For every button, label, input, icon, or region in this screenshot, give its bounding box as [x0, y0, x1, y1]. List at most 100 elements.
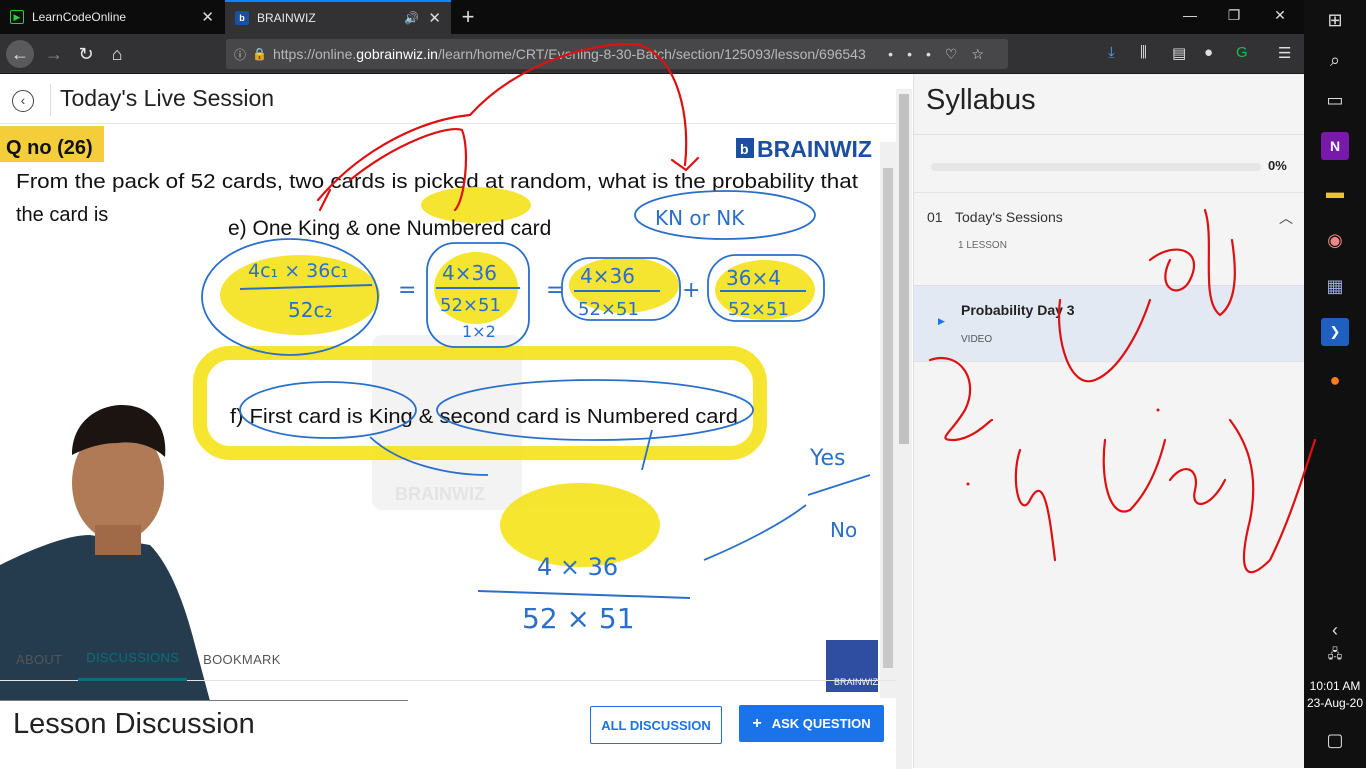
clock-time: 10:01 AM — [1309, 679, 1361, 693]
section-number: 01 — [927, 209, 943, 225]
logo-glyph: b — [740, 141, 749, 157]
ink-frac3-top: 36×4 — [726, 266, 781, 290]
tab-about[interactable]: ABOUT — [8, 637, 70, 681]
windows-taskbar: ⊞ ⌕ ▭ N ▬ ◉ ▦ ❯ ● ‹ 🖧 10:01 AM 23-Aug-20… — [1304, 0, 1366, 768]
video-scroll-thumb[interactable] — [883, 168, 893, 668]
lesson-item-type: VIDEO — [961, 334, 993, 345]
back-icon[interactable]: ← — [6, 40, 34, 68]
menu-icon[interactable]: ☰ — [1278, 44, 1291, 62]
chevron-up-icon[interactable]: ︿ — [1279, 208, 1293, 228]
reload-icon[interactable]: ↻ — [72, 40, 100, 68]
lesson-tabs: ABOUT DISCUSSIONS BOOKMARK — [0, 637, 896, 681]
part-e-text: e) One King & one Numbered card — [228, 217, 551, 240]
video-player[interactable]: BRAINWIZ Q no (26) b BRAINWIZ From the p… — [0, 125, 896, 701]
onenote-icon[interactable]: N — [1321, 132, 1349, 160]
tab-title: LearnCodeOnline — [32, 10, 127, 24]
svg-text:+: + — [682, 278, 700, 303]
page-actions[interactable]: •••♡☆ — [888, 46, 998, 63]
ink-frac2-bottom: 52×51 — [578, 299, 639, 320]
task-view-icon[interactable]: ▭ — [1321, 86, 1349, 114]
question-line-2: the card is — [16, 204, 108, 226]
brainwiz-logo-text: BRAINWIZ — [757, 136, 872, 162]
divider — [914, 192, 1305, 193]
section-title[interactable]: Today's Sessions — [955, 209, 1063, 225]
question-line-1: From the pack of 52 cards, two cards is … — [16, 171, 858, 193]
section-lesson-count: 1 LESSON — [958, 240, 1007, 251]
chevron-left-icon[interactable]: ‹ — [1321, 616, 1349, 644]
play-icon: ▶ — [938, 316, 945, 326]
course-progress-bar — [931, 163, 1261, 171]
browser-navbar: ← → ↻ ⌂ ⓘ 🔒 https://online.gobrainwiz.in… — [0, 34, 1304, 74]
ink-frac1-bottom: 52×51 — [440, 295, 501, 316]
windows-start-icon[interactable]: ⊞ — [1321, 6, 1349, 34]
ink-frac1-top: 4×36 — [442, 261, 497, 285]
divider — [50, 84, 51, 116]
back-circle-icon[interactable]: ‹ — [12, 90, 34, 112]
new-tab-icon[interactable]: + — [456, 4, 480, 30]
progress-percent: 0% — [1268, 158, 1287, 173]
account-icon[interactable]: ● — [1204, 44, 1213, 61]
all-discussion-button[interactable]: ALL DISCUSSION — [590, 706, 722, 744]
tab-brainwiz[interactable]: b BRAINWIZ 🔊 ✕ — [225, 0, 451, 34]
tab-learncodeonline[interactable]: ▶ LearnCodeOnline ✕ — [0, 0, 224, 34]
system-clock[interactable]: 10:01 AM 23-Aug-20 — [1304, 678, 1366, 712]
speaker-icon[interactable]: 🔊 — [404, 11, 419, 25]
grammarly-icon[interactable]: G — [1236, 44, 1248, 61]
url-text[interactable]: https://online.gobrainwiz.in/learn/home/… — [273, 46, 866, 62]
sidebar-icon[interactable]: ▤ — [1172, 44, 1186, 62]
powershell-icon[interactable]: ❯ — [1321, 318, 1349, 346]
minimize-icon[interactable]: — — [1178, 7, 1202, 23]
download-icon[interactable]: ⤓ — [1108, 44, 1115, 61]
file-explorer-icon[interactable]: ▬ — [1321, 178, 1349, 206]
info-icon[interactable]: ⓘ — [234, 46, 246, 63]
lesson-item[interactable]: ▶ Probability Day 3 VIDEO — [914, 285, 1305, 361]
ink-comb-top: 4c₁ × 36c₁ — [248, 260, 348, 282]
lesson-page: ‹ Today's Live Session BRAINWIZ Q no (26… — [0, 74, 912, 769]
ink-frac3-bottom: 52×51 — [728, 299, 789, 320]
part-f-text: f) First card is King & second card is N… — [230, 406, 738, 428]
notification-icon[interactable]: ▢ — [1321, 726, 1349, 754]
lesson-item-name: Probability Day 3 — [961, 302, 1075, 318]
firefox-icon[interactable]: ● — [1321, 366, 1349, 394]
forward-icon[interactable]: → — [40, 40, 68, 68]
page-title: Today's Live Session — [60, 85, 275, 111]
tab-discussions[interactable]: DISCUSSIONS — [78, 637, 188, 681]
ink-f-top: 4 × 36 — [537, 553, 618, 581]
ink-comb-bottom: 52c₂ — [288, 298, 332, 322]
ask-question-button[interactable]: + ASK QUESTION — [739, 705, 884, 742]
lesson-header: ‹ Today's Live Session — [0, 74, 896, 124]
calculator-icon[interactable]: ▦ — [1321, 272, 1349, 300]
network-icon[interactable]: 🖧 — [1321, 642, 1349, 670]
url-bar[interactable]: ⓘ 🔒 https://online.gobrainwiz.in/learn/h… — [226, 39, 1008, 69]
restore-icon[interactable]: ❐ — [1222, 7, 1246, 24]
ink-kn-nk: KN or NK — [655, 206, 745, 230]
clock-date: 23-Aug-20 — [1306, 696, 1364, 710]
ink-frac2-top: 4×36 — [580, 264, 635, 288]
divider — [914, 134, 1305, 135]
tab-bookmark[interactable]: BOOKMARK — [195, 637, 289, 681]
library-icon[interactable]: ⫼ — [1140, 44, 1147, 61]
brainwiz-favicon-icon: b — [235, 11, 249, 25]
browser-titlebar: ▶ LearnCodeOnline ✕ b BRAINWIZ 🔊 ✕ + — ❐… — [0, 0, 1304, 34]
ask-question-label: ASK QUESTION — [771, 716, 871, 731]
video-scrollbar[interactable] — [880, 142, 896, 698]
page-scrollbar[interactable] — [896, 89, 912, 769]
home-icon[interactable]: ⌂ — [103, 40, 131, 68]
ink-f-bottom: 52 × 51 — [522, 602, 635, 635]
ink-no: No — [830, 518, 857, 542]
learncodeonline-favicon-icon: ▶ — [10, 10, 24, 24]
plus-icon: + — [752, 714, 762, 732]
page-scroll-thumb[interactable] — [899, 94, 909, 444]
search-icon[interactable]: ⌕ — [1321, 46, 1349, 74]
tab-close-icon[interactable]: ✕ — [201, 8, 214, 26]
window-close-icon[interactable]: ✕ — [1268, 7, 1292, 24]
question-number: Q no (26) — [6, 137, 93, 159]
ink-frac1-extra: 1×2 — [462, 322, 496, 341]
tab-title: BRAINWIZ — [257, 11, 316, 25]
syllabus-title: Syllabus — [926, 84, 1036, 116]
media-player-icon[interactable]: ◉ — [1321, 226, 1349, 254]
watermark-text: BRAINWIZ — [395, 484, 485, 504]
lock-icon: 🔒 — [252, 47, 267, 61]
tab-close-icon[interactable]: ✕ — [428, 9, 441, 27]
syllabus-panel: Syllabus 0% 01 Today's Sessions 1 LESSON… — [913, 74, 1305, 768]
